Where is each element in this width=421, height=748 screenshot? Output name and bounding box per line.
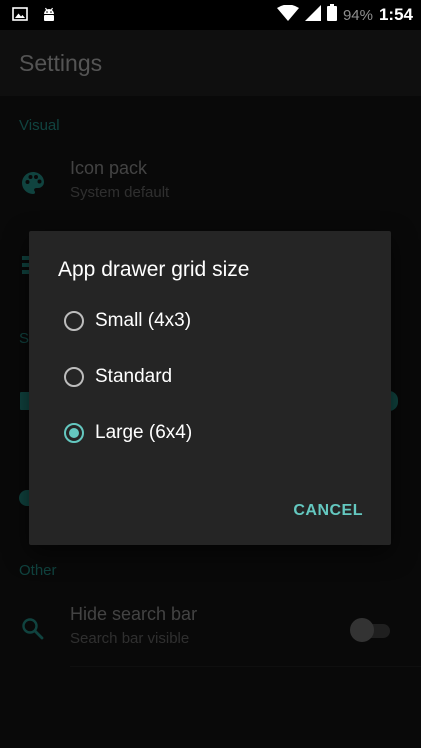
- cancel-button[interactable]: CANCEL: [293, 502, 363, 520]
- image-icon: [12, 7, 28, 28]
- dialog-title: App drawer grid size: [58, 258, 250, 281]
- option-label: Small (4x3): [95, 310, 192, 331]
- battery-percentage: 94%: [342, 6, 373, 24]
- grid-size-dialog: App drawer grid size Small (4x3) Standar…: [29, 231, 391, 545]
- android-icon: [42, 7, 56, 28]
- clock: 1:54: [378, 5, 413, 24]
- radio-button[interactable]: [64, 311, 84, 331]
- wifi-icon: [276, 4, 299, 26]
- option-label: Large (6x4): [95, 422, 193, 443]
- status-bar: 94% 1:54: [0, 0, 421, 30]
- option-large[interactable]: Large (6x4): [29, 409, 391, 461]
- option-label: Standard: [95, 366, 173, 387]
- option-small[interactable]: Small (4x3): [29, 297, 391, 349]
- battery-icon: [326, 4, 337, 26]
- radio-button[interactable]: [64, 367, 84, 387]
- radio-button-checked[interactable]: [64, 423, 84, 443]
- option-standard[interactable]: Standard: [29, 353, 391, 405]
- signal-icon: [304, 4, 321, 26]
